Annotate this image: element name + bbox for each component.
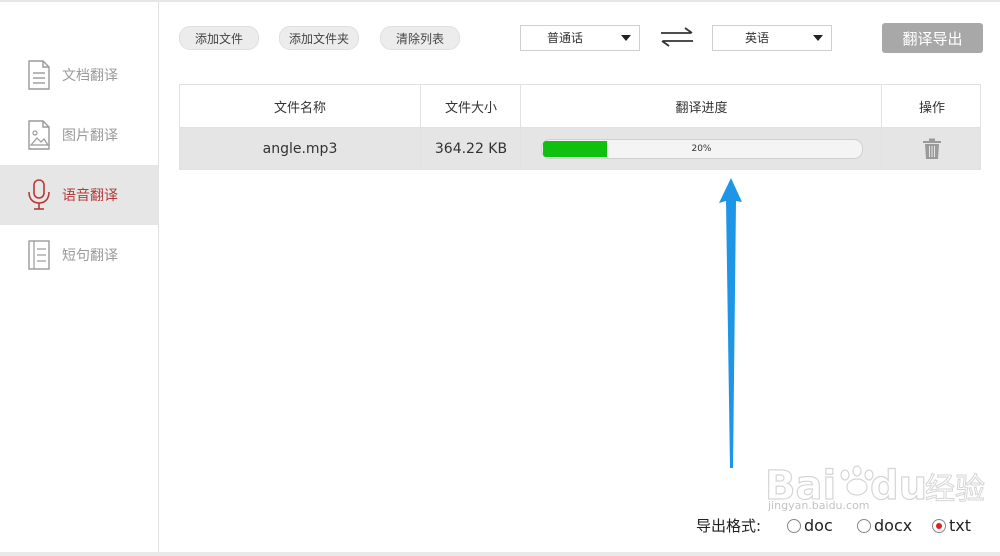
export-format-label: 导出格式: [696, 517, 762, 535]
file-size-cell: 364.22 KB [420, 128, 521, 169]
table-row[interactable]: angle.mp3 364.22 KB 20% [179, 128, 981, 170]
column-header-actions: 操作 [881, 85, 982, 127]
sidebar-item-sentence-translate[interactable]: 短句翻译 [0, 225, 158, 285]
format-radio-doc[interactable]: doc [787, 516, 833, 535]
sidebar-item-voice-translate[interactable]: 语音翻译 [0, 165, 158, 225]
target-language-value: 英语 [744, 31, 769, 45]
microphone-icon [26, 179, 52, 211]
source-language-select[interactable]: 普通话 [520, 25, 640, 51]
chevron-down-icon [621, 35, 631, 41]
translate-export-button[interactable]: 翻译导出 [882, 23, 983, 53]
format-radio-docx[interactable]: docx [857, 516, 912, 535]
progress-cell: 20% [520, 128, 882, 169]
image-icon [26, 119, 52, 151]
radio-button[interactable] [932, 518, 946, 533]
progress-bar: 20% [540, 138, 863, 159]
sidebar-item-image-translate[interactable]: 图片翻译 [0, 105, 158, 165]
radio-button[interactable] [857, 518, 871, 533]
sidebar-item-document-translate[interactable]: 文档翻译 [0, 45, 158, 105]
trash-icon[interactable] [922, 138, 942, 160]
svg-text:经验: 经验 [925, 472, 985, 507]
radio-button[interactable] [787, 518, 801, 533]
radio-label: doc [804, 516, 833, 535]
annotation-arrow-icon [700, 170, 760, 480]
column-header-filename: 文件名称 [273, 100, 326, 116]
target-language-select[interactable]: 英语 [712, 25, 832, 51]
clear-list-button[interactable]: 清除列表 [380, 26, 460, 50]
sidebar-item-label: 文档翻译 [62, 68, 118, 84]
add-file-button[interactable]: 添加文件 [179, 26, 259, 50]
file-name-cell: angle.mp3 [262, 140, 338, 157]
sidebar-item-label: 短句翻译 [62, 248, 118, 264]
source-language-value: 普通话 [546, 31, 583, 45]
add-folder-button[interactable]: 添加文件夹 [279, 26, 359, 50]
window-bottom-border [0, 552, 1000, 556]
svg-text:du: du [870, 463, 927, 509]
radio-label: txt [949, 516, 972, 535]
sidebar-item-label: 图片翻译 [62, 128, 118, 144]
column-header-progress: 翻译进度 [520, 85, 882, 127]
progress-percent-label: 20% [691, 143, 712, 154]
chevron-down-icon [813, 35, 823, 41]
swap-arrows-icon[interactable] [657, 26, 697, 48]
sidebar: 文档翻译 图片翻译 语音翻译 短句翻译 [0, 2, 159, 552]
table-header: 文件名称 文件大小 翻译进度 操作 [179, 84, 981, 128]
file-table: 文件名称 文件大小 翻译进度 操作 angle.mp3 364.22 KB 20… [179, 84, 981, 170]
actions-cell [881, 128, 982, 169]
watermark-url: jingyan.baidu.com [768, 499, 870, 512]
column-header-filesize: 文件大小 [420, 85, 521, 127]
sentence-icon [26, 239, 52, 271]
document-icon [26, 59, 52, 91]
sidebar-item-label: 语音翻译 [62, 188, 118, 204]
format-radio-txt[interactable]: txt [932, 516, 971, 535]
radio-label: docx [874, 516, 913, 535]
